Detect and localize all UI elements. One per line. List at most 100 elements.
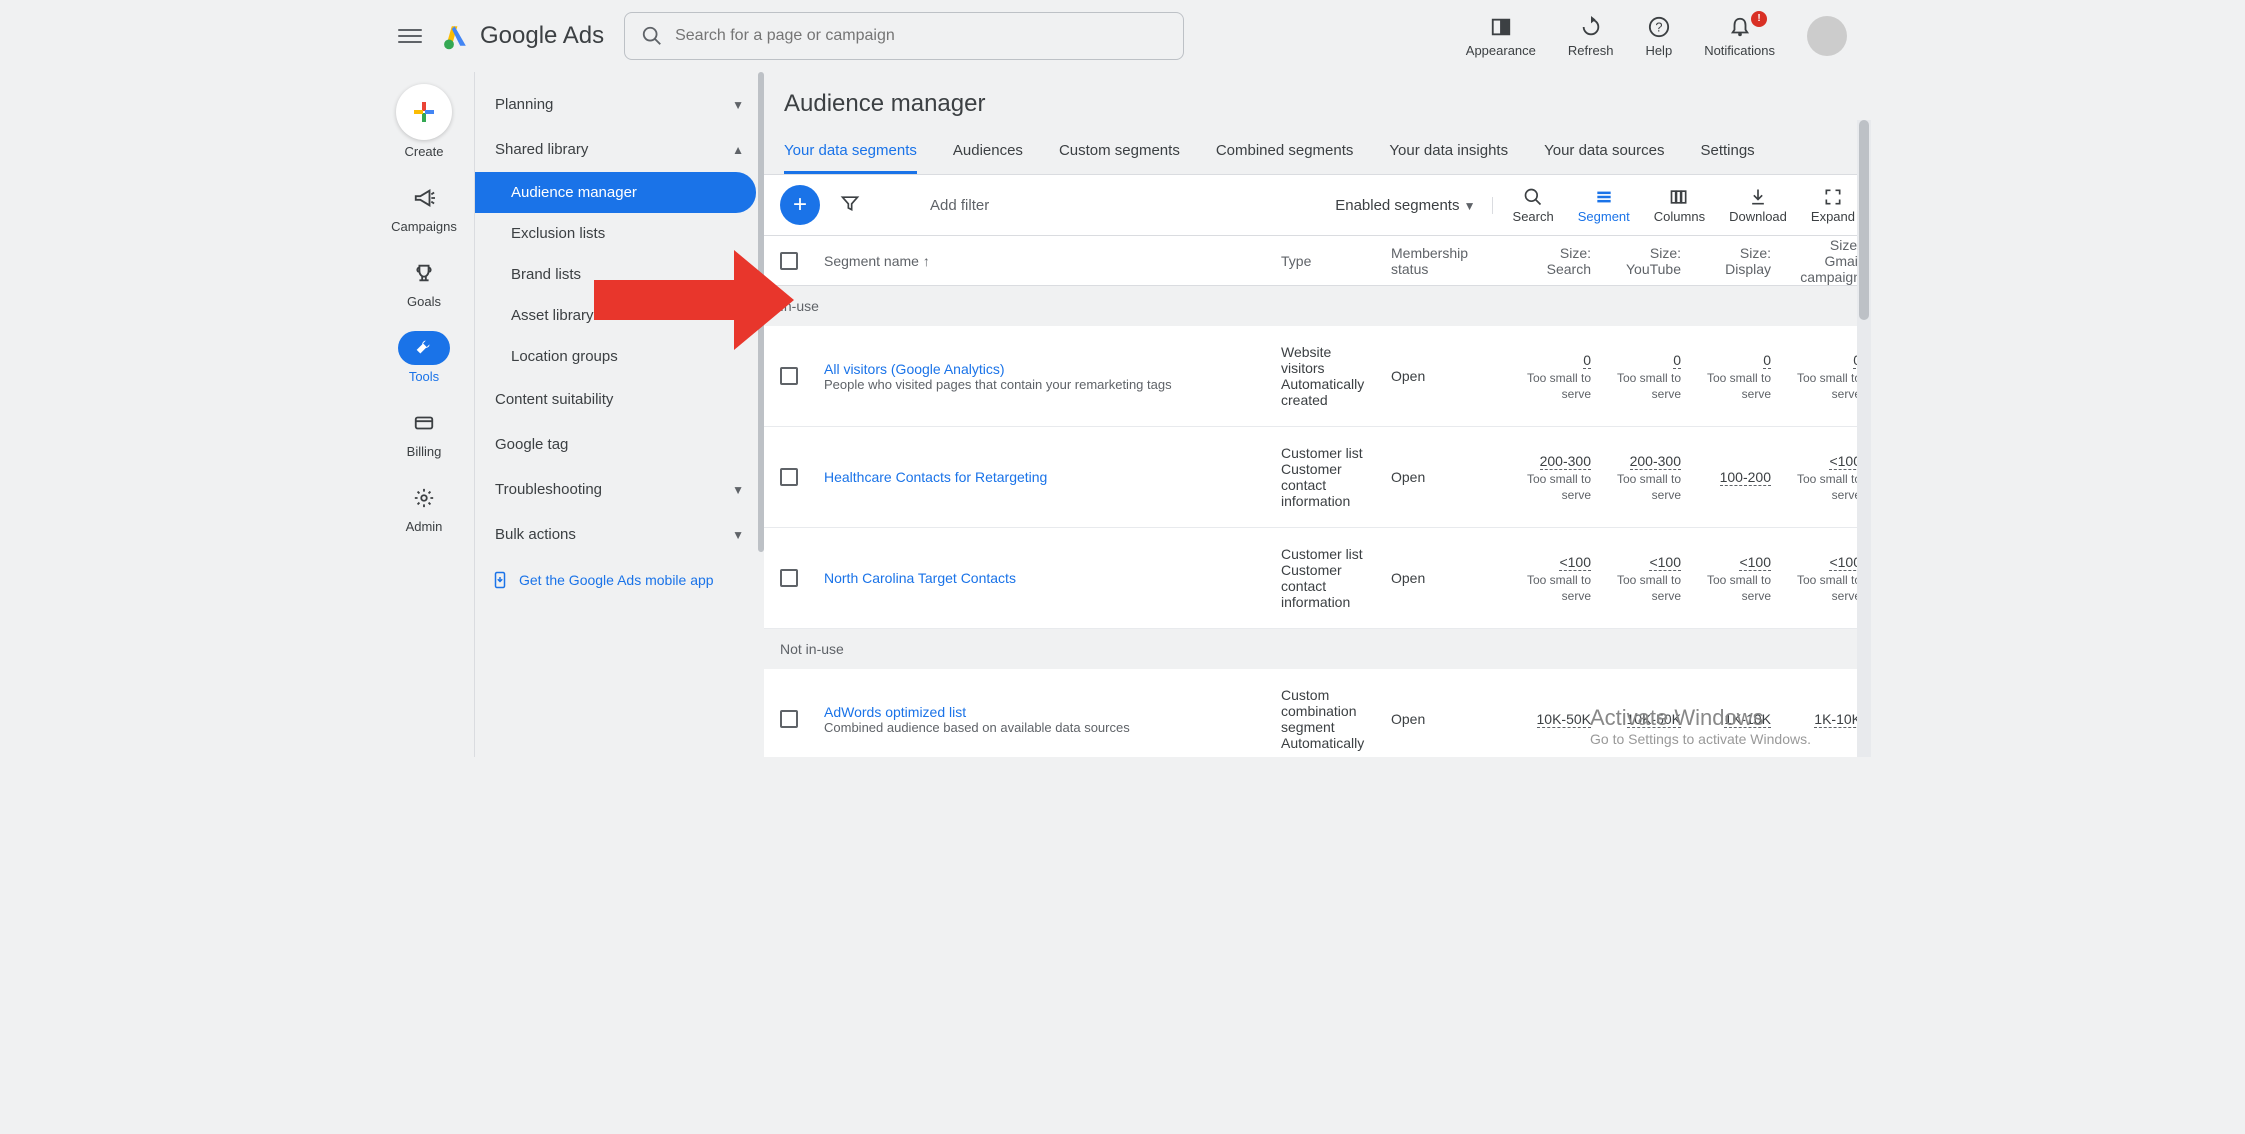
tab-combined-segments[interactable]: Combined segments	[1216, 130, 1354, 174]
row-checkbox[interactable]	[780, 710, 798, 728]
tab-settings[interactable]: Settings	[1700, 130, 1754, 174]
col-size-search[interactable]: Size: Search	[1511, 237, 1601, 285]
segment-desc: People who visited pages that contain yo…	[824, 377, 1261, 392]
watermark-line2: Go to Settings to activate Windows.	[1590, 731, 1811, 747]
sidebar-content-suitability[interactable]: Content suitability	[475, 377, 764, 422]
col-size-display[interactable]: Size: Display	[1691, 237, 1781, 285]
tab-label: Your data sources	[1544, 142, 1664, 159]
toolbar-search[interactable]: Search	[1513, 187, 1554, 224]
col-size-youtube[interactable]: Size: YouTube	[1601, 237, 1691, 285]
row-checkbox[interactable]	[780, 468, 798, 486]
cell-size-search: 10K-50K	[1511, 703, 1601, 736]
tab-audiences[interactable]: Audiences	[953, 130, 1023, 174]
tab-custom-segments[interactable]: Custom segments	[1059, 130, 1180, 174]
tab-label: Audiences	[953, 142, 1023, 159]
tab-label: Your data insights	[1389, 142, 1508, 159]
filter-icon[interactable]	[840, 193, 860, 218]
hamburger-menu-icon[interactable]	[398, 24, 422, 48]
chevron-down-icon: ▼	[1464, 199, 1476, 213]
campaigns-label: Campaigns	[391, 219, 457, 234]
columns-icon	[1669, 187, 1689, 207]
bell-icon	[1728, 15, 1752, 39]
cell-membership: Open	[1381, 360, 1511, 392]
mobile-app-link[interactable]: Get the Google Ads mobile app	[475, 557, 764, 603]
trophy-icon	[398, 256, 450, 290]
tab-your-data-sources[interactable]: Your data sources	[1544, 130, 1664, 174]
enabled-segments-dropdown[interactable]: Enabled segments ▼	[1335, 197, 1492, 214]
notification-badge: !	[1751, 11, 1767, 27]
sidebar-google-tag[interactable]: Google tag	[475, 422, 764, 467]
search-input[interactable]	[675, 27, 1167, 45]
sidebar-item-label: Content suitability	[495, 391, 613, 408]
scrollbar-thumb[interactable]	[1859, 120, 1869, 320]
plus-multicolor-icon	[396, 84, 452, 140]
notifications-button[interactable]: ! Notifications	[1704, 15, 1775, 58]
toolbar-search-label: Search	[1513, 209, 1554, 224]
refresh-button[interactable]: Refresh	[1568, 15, 1614, 58]
select-all-checkbox[interactable]	[780, 252, 798, 270]
sidebar-item-label: Brand lists	[511, 266, 581, 283]
row-checkbox[interactable]	[780, 569, 798, 587]
nav-tools[interactable]: Tools	[398, 331, 450, 384]
add-segment-button[interactable]: +	[780, 185, 820, 225]
sidebar: Planning ▼ Shared library▲ Audience manag…	[474, 72, 764, 757]
toolbar-download[interactable]: Download	[1729, 187, 1787, 224]
download-icon	[1748, 187, 1768, 207]
expand-icon	[1823, 187, 1843, 207]
nav-billing[interactable]: Billing	[398, 406, 450, 459]
sidebar-item-label: Asset library	[511, 307, 594, 324]
appearance-label: Appearance	[1466, 43, 1536, 58]
col-segment-name[interactable]: Segment name ↑	[814, 245, 1271, 277]
sidebar-bulk-actions[interactable]: Bulk actions▼	[475, 512, 764, 557]
col-membership[interactable]: Membership status	[1381, 237, 1511, 285]
sidebar-item-exclusion-lists[interactable]: Exclusion lists	[475, 213, 756, 254]
cell-size-youtube: 0Too small to serve	[1601, 344, 1691, 409]
sidebar-item-asset-library[interactable]: Asset library	[475, 295, 756, 336]
page-title: Audience manager	[764, 72, 1871, 130]
avatar[interactable]	[1807, 16, 1847, 56]
toolbar-columns[interactable]: Columns	[1654, 187, 1705, 224]
sidebar-troubleshooting[interactable]: Troubleshooting▼	[475, 467, 764, 512]
header-bar: Google Ads Appearance Refresh ? Help !	[374, 0, 1871, 72]
windows-watermark: Activate Windows Go to Settings to activ…	[1590, 705, 1811, 747]
help-button[interactable]: ? Help	[1645, 15, 1672, 58]
tab-your-data-insights[interactable]: Your data insights	[1389, 130, 1508, 174]
create-button[interactable]: Create	[396, 84, 452, 159]
toolbar-expand-label: Expand	[1811, 209, 1855, 224]
nav-campaigns[interactable]: Campaigns	[391, 181, 457, 234]
toolbar-segment[interactable]: Segment	[1578, 187, 1630, 224]
sidebar-item-location-groups[interactable]: Location groups	[475, 336, 756, 377]
appearance-icon	[1489, 15, 1513, 39]
create-label: Create	[404, 144, 443, 159]
table-row: All visitors (Google Analytics)People wh…	[764, 326, 1871, 427]
segment-name-link[interactable]: All visitors (Google Analytics)	[824, 361, 1261, 377]
tab-your-data-segments[interactable]: Your data segments	[784, 130, 917, 174]
appearance-button[interactable]: Appearance	[1466, 15, 1536, 58]
sort-up-icon: ↑	[923, 253, 930, 269]
toolbar-expand[interactable]: Expand	[1811, 187, 1855, 224]
add-filter-button[interactable]: Add filter	[930, 197, 989, 214]
sidebar-shared-library[interactable]: Shared library▲	[475, 127, 764, 172]
cell-size-display: 0Too small to serve	[1691, 344, 1781, 409]
billing-label: Billing	[407, 444, 442, 459]
logo[interactable]: Google Ads	[442, 22, 604, 50]
segment-name-link[interactable]: AdWords optimized list	[824, 704, 1261, 720]
row-checkbox[interactable]	[780, 367, 798, 385]
nav-goals[interactable]: Goals	[398, 256, 450, 309]
segment-name-link[interactable]: North Carolina Target Contacts	[824, 570, 1261, 586]
search-input-wrapper[interactable]	[624, 12, 1184, 60]
nav-admin[interactable]: Admin	[398, 481, 450, 534]
chevron-down-icon: ▼	[732, 98, 744, 112]
table-row: North Carolina Target ContactsCustomer l…	[764, 528, 1871, 629]
cell-membership: Open	[1381, 562, 1511, 594]
logo-text: Google Ads	[480, 22, 604, 50]
col-type[interactable]: Type	[1271, 245, 1381, 277]
sidebar-item-brand-lists[interactable]: Brand lists	[475, 254, 756, 295]
card-icon	[398, 406, 450, 440]
segment-name-link[interactable]: Healthcare Contacts for Retargeting	[824, 469, 1261, 485]
sidebar-planning-label: Planning	[495, 96, 553, 113]
refresh-icon	[1579, 15, 1603, 39]
main-content: Audience manager Your data segments Audi…	[764, 72, 1871, 757]
sidebar-item-audience-manager[interactable]: Audience manager	[475, 172, 756, 213]
sidebar-planning[interactable]: Planning ▼	[475, 82, 764, 127]
